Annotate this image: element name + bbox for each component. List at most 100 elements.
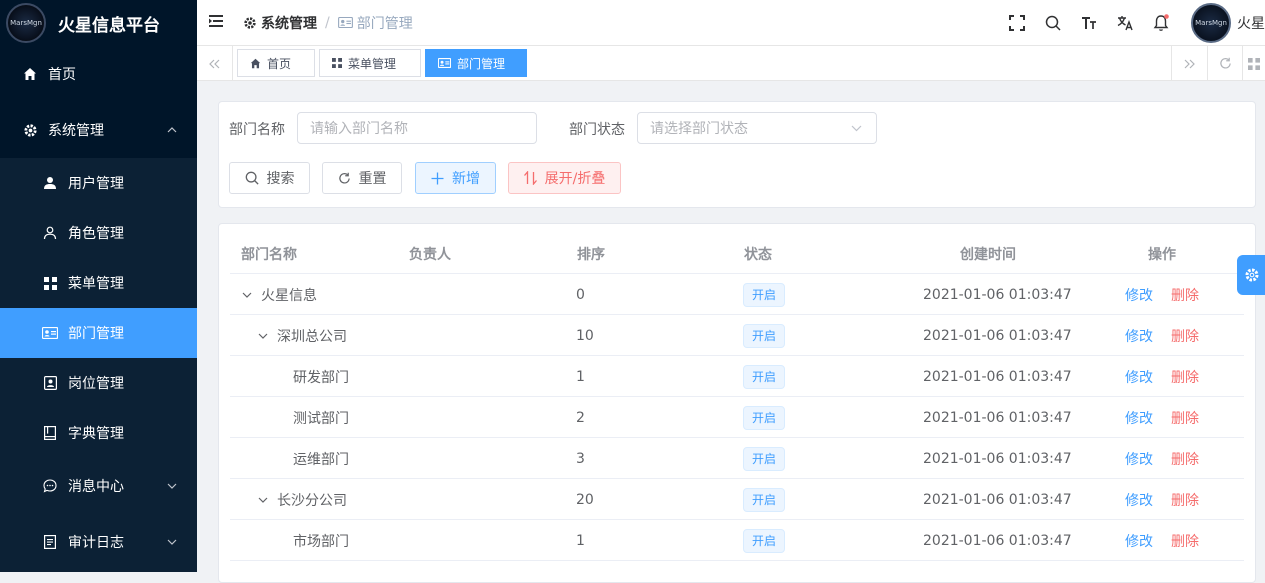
breadcrumb-current: 部门管理 — [337, 13, 413, 33]
sidebar-item-departments[interactable]: 部门管理 — [0, 308, 197, 358]
sidebar-item-label: 字典管理 — [68, 426, 124, 442]
cell-status: 开启 — [743, 479, 786, 520]
edit-link[interactable]: 修改 — [1125, 490, 1153, 510]
col-header-actions: 操作 — [1148, 247, 1176, 263]
tags-menu-button[interactable] — [1242, 46, 1265, 81]
table-row[interactable]: 研发部门 1 开启 2021-01-06 01:03:47 修改 删除 — [230, 356, 1244, 397]
search-icon[interactable] — [1043, 13, 1063, 33]
user-icon — [42, 175, 58, 191]
search-button[interactable]: 搜索 — [229, 162, 310, 194]
edit-link[interactable]: 修改 — [1125, 531, 1153, 551]
sidebar-item-roles[interactable]: 角色管理 — [0, 213, 197, 253]
cell-created: 2021-01-06 01:03:47 — [923, 315, 1072, 356]
id-card-icon — [337, 17, 353, 28]
cell-sort: 3 — [576, 438, 585, 479]
expand-collapse-button[interactable]: 展开/折叠 — [508, 162, 621, 194]
dept-created-time: 2021-01-06 01:03:47 — [923, 327, 1072, 344]
reset-button[interactable]: 重置 — [322, 162, 402, 194]
add-button[interactable]: 新增 — [415, 162, 496, 194]
sidebar-item-menus[interactable]: 菜单管理 — [0, 263, 197, 303]
delete-link[interactable]: 删除 — [1171, 285, 1199, 305]
chevron-down-icon[interactable] — [258, 333, 268, 339]
edit-link[interactable]: 修改 — [1125, 367, 1153, 387]
delete-link[interactable]: 删除 — [1171, 408, 1199, 428]
settings-button[interactable] — [1237, 255, 1265, 295]
scroll-left-button[interactable] — [197, 46, 233, 81]
delete-link[interactable]: 删除 — [1171, 326, 1199, 346]
cell-created: 2021-01-06 01:03:47 — [923, 274, 1072, 315]
sidebar-item-system[interactable]: 系统管理 — [0, 110, 197, 150]
notification-bell-icon[interactable] — [1151, 13, 1171, 33]
edit-link[interactable]: 修改 — [1125, 285, 1153, 305]
cell-created: 2021-01-06 01:03:47 — [923, 438, 1072, 479]
delete-link[interactable]: 删除 — [1171, 367, 1199, 387]
cell-name: 市场部门 — [274, 520, 349, 561]
sidebar-item-dicts[interactable]: 字典管理 — [0, 413, 197, 453]
sidebar-item-audit[interactable]: 审计日志 — [0, 522, 197, 562]
table-row[interactable]: 长沙分公司 20 开启 2021-01-06 01:03:47 修改 删除 — [230, 479, 1244, 520]
chevron-down-icon[interactable] — [242, 292, 252, 298]
table-row[interactable]: 火星信息 0 开启 2021-01-06 01:03:47 修改 删除 — [230, 274, 1244, 315]
sidebar-item-label: 用户管理 — [68, 176, 124, 192]
breadcrumb-separator: / — [325, 14, 330, 31]
user-outline-icon — [42, 225, 58, 241]
dept-name-input[interactable]: 请输入部门名称 — [297, 112, 537, 144]
cell-name: 长沙分公司 — [258, 479, 347, 520]
document-icon — [42, 534, 58, 550]
chat-icon — [42, 478, 58, 494]
col-header-status: 状态 — [744, 247, 772, 263]
table-row[interactable]: 运维部门 3 开启 2021-01-06 01:03:47 修改 删除 — [230, 438, 1244, 479]
scroll-right-button[interactable] — [1171, 46, 1207, 81]
sidebar-item-home[interactable]: 首页 — [0, 54, 197, 94]
tag-menus[interactable]: 菜单管理 — [319, 49, 421, 77]
sidebar-item-users[interactable]: 用户管理 — [0, 163, 197, 203]
app-title: 火星信息平台 — [58, 15, 160, 36]
status-badge: 开启 — [743, 282, 786, 307]
grid-icon — [1248, 57, 1260, 70]
tag-departments[interactable]: 部门管理 — [425, 49, 527, 77]
sidebar-item-label: 部门管理 — [68, 326, 124, 342]
chevron-down-icon[interactable] — [258, 497, 268, 503]
dept-sort: 0 — [576, 286, 585, 303]
cell-actions: 修改 删除 — [1125, 520, 1199, 561]
dept-name: 运维部门 — [293, 451, 349, 468]
translate-icon[interactable] — [1115, 13, 1135, 33]
table-row[interactable]: 市场部门 1 开启 2021-01-06 01:03:47 修改 删除 — [230, 520, 1244, 561]
sidebar-item-posts[interactable]: 岗位管理 — [0, 363, 197, 403]
dept-name: 火星信息 — [261, 287, 317, 304]
cell-created: 2021-01-06 01:03:47 — [923, 479, 1072, 520]
cell-sort: 0 — [576, 274, 585, 315]
delete-link[interactable]: 删除 — [1171, 490, 1199, 510]
font-size-icon[interactable] — [1079, 13, 1099, 33]
cell-sort: 10 — [576, 315, 594, 356]
cell-name: 运维部门 — [274, 438, 349, 479]
tag-home[interactable]: 首页 — [237, 49, 315, 77]
status-badge: 开启 — [743, 364, 786, 389]
hamburger-icon[interactable] — [209, 14, 223, 31]
delete-link[interactable]: 删除 — [1171, 449, 1199, 469]
table-row[interactable]: 深圳总公司 10 开启 2021-01-06 01:03:47 修改 删除 — [230, 315, 1244, 356]
sidebar-item-messages[interactable]: 消息中心 — [0, 466, 197, 506]
search-button-label: 搜索 — [266, 171, 295, 187]
edit-link[interactable]: 修改 — [1125, 326, 1153, 346]
dept-status-select[interactable]: 请选择部门状态 — [637, 112, 877, 144]
avatar[interactable]: MarsMgn — [1191, 3, 1231, 43]
dept-name: 测试部门 — [293, 410, 349, 427]
refresh-button[interactable] — [1207, 46, 1242, 81]
edit-link[interactable]: 修改 — [1125, 408, 1153, 428]
cell-sort: 1 — [576, 520, 585, 561]
edit-link[interactable]: 修改 — [1125, 449, 1153, 469]
logo-area[interactable]: MarsMgn 火星信息平台 — [0, 0, 197, 46]
fullscreen-icon[interactable] — [1007, 13, 1027, 33]
home-icon — [250, 58, 261, 69]
tags-view: 首页 菜单管理 部门管理 — [197, 46, 1265, 81]
breadcrumb-current-label: 部门管理 — [356, 15, 413, 32]
dept-status-label: 部门状态 — [569, 122, 625, 138]
delete-link[interactable]: 删除 — [1171, 531, 1199, 551]
user-name[interactable]: 火星 — [1237, 13, 1265, 33]
cell-created: 2021-01-06 01:03:47 — [923, 397, 1072, 438]
table-row[interactable]: 测试部门 2 开启 2021-01-06 01:03:47 修改 删除 — [230, 397, 1244, 438]
breadcrumb-parent[interactable]: 系统管理 — [243, 13, 317, 33]
sidebar: MarsMgn 火星信息平台 首页 系统管理 用户管理 角色管理 菜单管理 部门… — [0, 0, 197, 572]
gear-icon — [244, 16, 256, 29]
